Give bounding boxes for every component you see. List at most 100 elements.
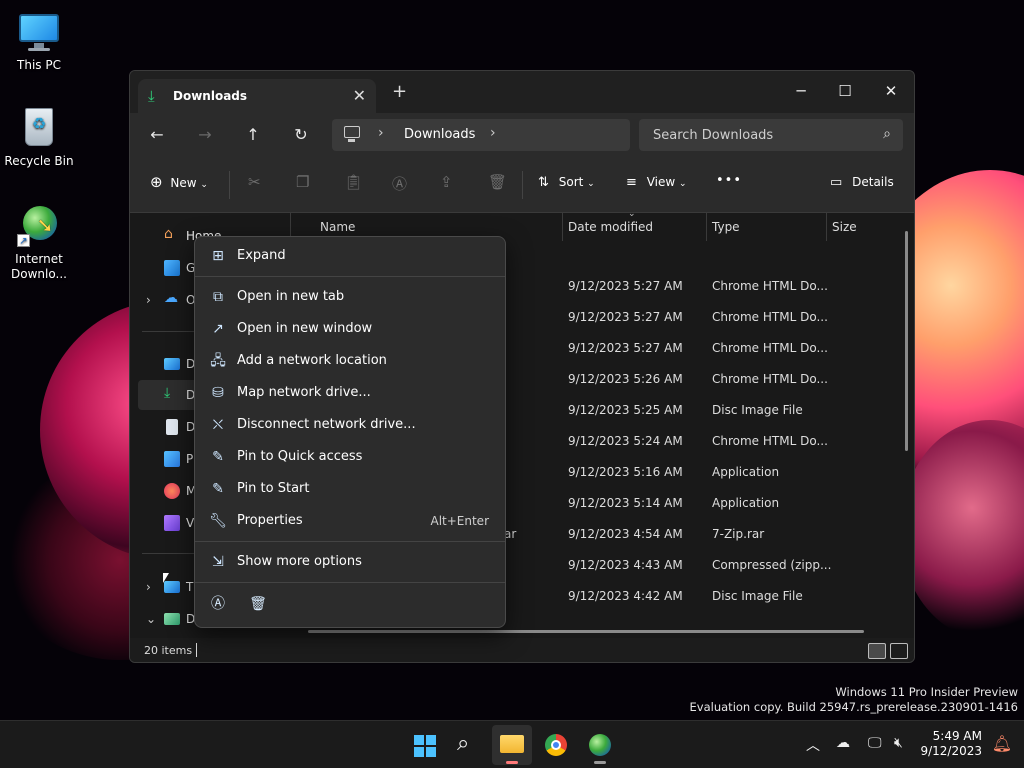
clock-time: 5:49 AM bbox=[932, 729, 982, 743]
close-tab-icon[interactable]: ✕ bbox=[353, 86, 366, 105]
chevron-down-icon[interactable]: ⌄ bbox=[146, 612, 156, 626]
rename-icon[interactable]: Ⓐ bbox=[392, 173, 407, 194]
show-more-icon: ⇲ bbox=[212, 554, 224, 570]
taskbar-file-explorer[interactable] bbox=[492, 725, 532, 765]
search-input[interactable]: Search Downloads ⌕ bbox=[639, 119, 903, 151]
forward-button[interactable]: → bbox=[192, 123, 218, 147]
disconnect-drive-icon: ⛌ bbox=[212, 417, 224, 433]
breadcrumb-downloads[interactable]: Downloads bbox=[404, 127, 475, 142]
open-window-icon: ↗ bbox=[212, 321, 224, 337]
chevron-down-icon: ⌄ bbox=[587, 179, 595, 189]
desktop-icon-label: This PC bbox=[17, 58, 61, 72]
column-header-date[interactable]: Date modified bbox=[568, 220, 653, 234]
download-arrow-icon: ⤓ bbox=[148, 87, 155, 105]
details-label: Details bbox=[852, 175, 894, 189]
file-date: 9/12/2023 5:26 AM bbox=[568, 372, 683, 386]
show-hidden-icons-chevron-icon[interactable]: ︿ bbox=[806, 735, 820, 755]
onedrive-offline-icon[interactable]: ☁ bbox=[836, 735, 850, 751]
toolbar-divider bbox=[229, 171, 230, 199]
menu-item-pin-start[interactable]: ✎ Pin to Start bbox=[199, 474, 501, 504]
taskbar-chrome[interactable] bbox=[536, 725, 576, 765]
menu-item-expand[interactable]: ⊞ Expand bbox=[199, 241, 501, 271]
tiles-view-button[interactable] bbox=[890, 643, 908, 659]
column-divider[interactable] bbox=[562, 213, 563, 241]
chevron-right-icon[interactable]: › bbox=[146, 293, 151, 307]
menu-item-show-more-options[interactable]: ⇲ Show more options bbox=[199, 547, 501, 577]
menu-item-disconnect-network-drive[interactable]: ⛌ Disconnect network drive... bbox=[199, 410, 501, 440]
volume-muted-icon[interactable]: 🔇︎ bbox=[894, 735, 903, 751]
column-divider[interactable] bbox=[706, 213, 707, 241]
column-header-type[interactable]: Type bbox=[712, 220, 740, 234]
back-button[interactable]: ← bbox=[144, 123, 170, 147]
file-type: Application bbox=[712, 465, 780, 479]
desktop-icon bbox=[164, 358, 180, 370]
cut-icon[interactable]: ✂ bbox=[248, 173, 261, 191]
rename-icon[interactable]: Ⓐ bbox=[207, 593, 229, 615]
refresh-button[interactable]: ↻ bbox=[288, 123, 314, 147]
file-type: Chrome HTML Do... bbox=[712, 372, 828, 386]
file-date: 9/12/2023 5:14 AM bbox=[568, 496, 683, 510]
chevron-right-icon[interactable]: › bbox=[490, 125, 496, 141]
pin-icon: ✎ bbox=[212, 481, 224, 497]
network-location-icon: 🖧 bbox=[210, 353, 226, 369]
column-header-size[interactable]: Size bbox=[832, 220, 857, 234]
desktop-icon-idm[interactable]: ➘ ↗ Internet Downlo... bbox=[1, 204, 77, 282]
paste-icon[interactable]: 📋︎ bbox=[344, 173, 363, 191]
chevron-right-icon[interactable]: › bbox=[378, 125, 384, 141]
details-view-button[interactable] bbox=[868, 643, 886, 659]
breadcrumb[interactable]: › Downloads › bbox=[332, 119, 630, 151]
sort-button[interactable]: ⇅ Sort ⌄ bbox=[538, 175, 595, 190]
column-header-name[interactable]: Name bbox=[320, 220, 355, 234]
details-pane-button[interactable]: ▭ Details bbox=[830, 175, 894, 190]
drive-icon bbox=[164, 613, 180, 625]
up-button[interactable]: ↑ bbox=[240, 123, 266, 147]
notification-bell-icon[interactable]: 🔔︎ bbox=[992, 734, 1012, 753]
menu-item-map-network-drive[interactable]: ⛁ Map network drive... bbox=[199, 378, 501, 408]
search-button[interactable]: ⌕ bbox=[448, 725, 488, 765]
horizontal-scrollbar[interactable] bbox=[308, 630, 864, 633]
share-icon[interactable]: ⇪ bbox=[440, 173, 453, 191]
command-bar: ⊕ New ⌄ ✂ ❐ 📋︎ Ⓐ ⇪ 🗑︎ ⇅ Sort ⌄ ≡ View ⌄ … bbox=[130, 157, 914, 213]
clock[interactable]: 5:49 AM 9/12/2023 bbox=[920, 729, 982, 759]
address-bar: ← → ↑ ↻ › Downloads › Search Downloads ⌕ bbox=[130, 113, 914, 157]
plus-circle-icon: ⊕ bbox=[150, 173, 163, 191]
desktop-icon-this-pc[interactable]: This PC bbox=[1, 10, 77, 73]
network-icon[interactable]: 🖵︎ bbox=[868, 735, 882, 751]
chevron-right-icon[interactable]: › bbox=[146, 580, 151, 594]
new-label: New bbox=[170, 176, 197, 190]
column-divider[interactable] bbox=[826, 213, 827, 241]
menu-item-open-new-tab[interactable]: ⧉ Open in new tab bbox=[199, 282, 501, 312]
minimize-button[interactable]: ─ bbox=[786, 77, 816, 105]
menu-label: Disconnect network drive... bbox=[237, 417, 416, 432]
copy-icon[interactable]: ❐ bbox=[296, 173, 309, 191]
menu-label: Expand bbox=[237, 248, 286, 263]
menu-item-pin-quick-access[interactable]: ✎ Pin to Quick access bbox=[199, 442, 501, 472]
delete-icon[interactable]: 🗑︎ bbox=[247, 593, 269, 615]
view-button[interactable]: ≡ View ⌄ bbox=[626, 175, 687, 190]
new-button[interactable]: ⊕ New ⌄ bbox=[150, 173, 208, 191]
menu-item-add-network-location[interactable]: 🖧 Add a network location bbox=[199, 346, 501, 376]
menu-item-open-new-window[interactable]: ↗ Open in new window bbox=[199, 314, 501, 344]
chevron-down-icon: ⌄ bbox=[200, 180, 208, 190]
documents-icon bbox=[166, 419, 178, 435]
watermark-line: Windows 11 Pro Insider Preview bbox=[835, 685, 1018, 699]
file-type: Chrome HTML Do... bbox=[712, 434, 828, 448]
file-date: 9/12/2023 5:27 AM bbox=[568, 310, 683, 324]
status-divider bbox=[196, 643, 197, 657]
tab-downloads[interactable]: ⤓ Downloads ✕ bbox=[138, 79, 376, 113]
close-window-button[interactable]: ✕ bbox=[876, 77, 906, 105]
desktop-icon-recycle-bin[interactable]: ♻ Recycle Bin bbox=[1, 106, 77, 169]
start-button[interactable] bbox=[404, 725, 444, 765]
folder-icon bbox=[500, 735, 524, 753]
maximize-button[interactable]: ☐ bbox=[830, 77, 860, 105]
vertical-scrollbar[interactable] bbox=[905, 231, 908, 451]
context-menu: ⊞ Expand ⧉ Open in new tab ↗ Open in new… bbox=[194, 236, 506, 628]
computer-icon bbox=[344, 126, 360, 142]
delete-icon[interactable]: 🗑︎ bbox=[488, 173, 507, 191]
pin-icon: ✎ bbox=[212, 449, 224, 465]
new-tab-button[interactable]: + bbox=[392, 83, 407, 101]
shortcut-label: Alt+Enter bbox=[430, 514, 489, 528]
menu-item-properties[interactable]: 🔧︎ Properties Alt+Enter bbox=[199, 506, 501, 536]
more-options-button[interactable]: ••• bbox=[716, 173, 742, 188]
taskbar-idm[interactable] bbox=[580, 725, 620, 765]
